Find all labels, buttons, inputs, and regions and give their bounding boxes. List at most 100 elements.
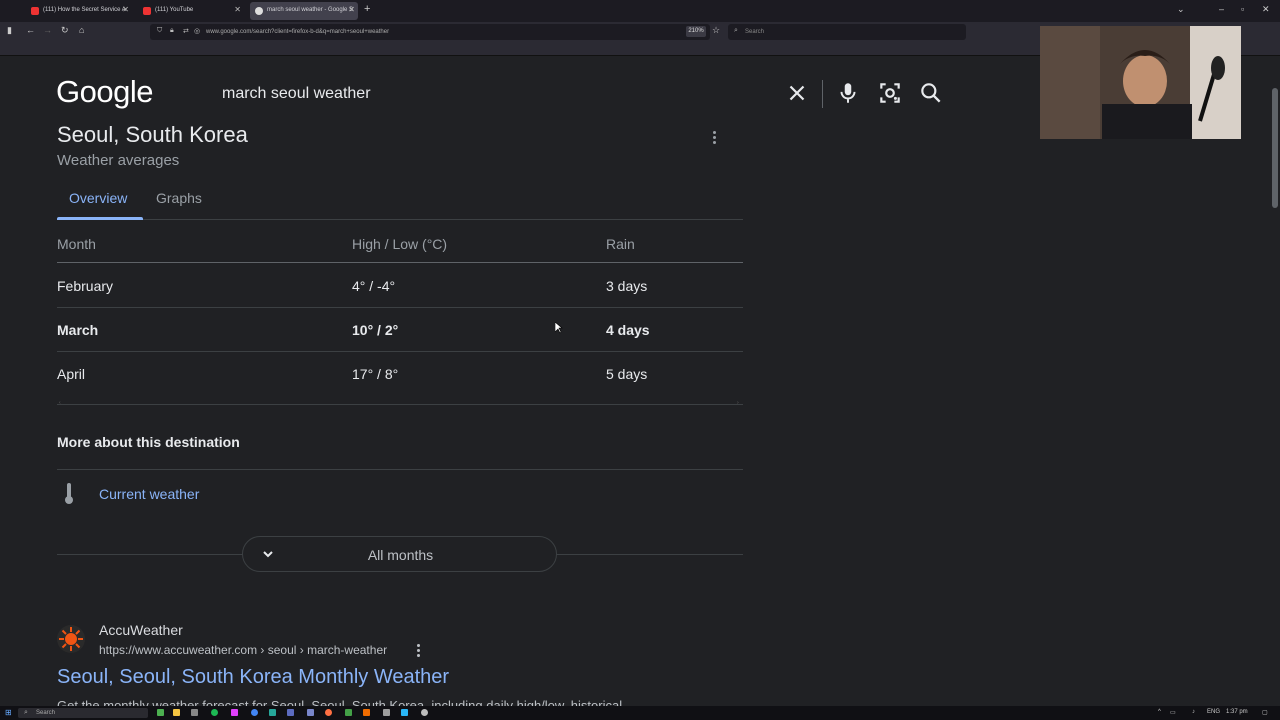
close-tab-icon[interactable]: ✕	[234, 5, 241, 14]
url-text: www.google.com/search?client=firefox-b-d…	[206, 29, 390, 35]
result-site-name[interactable]: AccuWeather	[99, 622, 183, 638]
clock[interactable]: 1:37 pm	[1226, 709, 1248, 715]
taskbar-app-icon[interactable]	[401, 709, 408, 716]
youtube-icon	[31, 7, 39, 15]
weather-tabs: Overview Graphs	[57, 186, 743, 220]
folder-icon[interactable]	[173, 709, 180, 716]
scrollbar-thumb[interactable]	[1272, 88, 1278, 208]
cell-month: March	[57, 322, 99, 338]
scroll-right-icon[interactable]: ›	[737, 400, 739, 406]
bookmark-star-icon[interactable]: ☆	[712, 25, 720, 36]
taskbar-app-icon[interactable]	[231, 709, 238, 716]
sidebar-toggle-icon[interactable]: ▮	[7, 25, 12, 36]
close-icon[interactable]	[784, 80, 810, 106]
cell-temp: 10° / 2°	[352, 322, 399, 338]
taskbar-app-icon[interactable]	[363, 709, 370, 716]
language-indicator[interactable]: ENG	[1207, 709, 1220, 715]
close-tab-icon[interactable]: ✕	[348, 5, 355, 14]
thermometer-icon	[65, 483, 73, 504]
search-icon: ⌕	[24, 709, 28, 716]
search-icon: ⌕	[734, 27, 738, 34]
tray-expand-icon[interactable]: ^	[1158, 709, 1161, 715]
section-divider	[57, 469, 743, 470]
address-bar[interactable]: ⛉ 🔒︎ ⇄ ◎ www.google.com/search?client=fi…	[150, 24, 710, 40]
cell-temp: 4° / -4°	[352, 278, 396, 294]
tab-title: (111) YouTube	[155, 7, 194, 13]
browser-tab[interactable]: (111) YouTube ✕	[138, 2, 244, 20]
header-divider	[57, 262, 743, 263]
maximize-button[interactable]: ▫	[1241, 4, 1244, 14]
volume-icon[interactable]: ♪	[1192, 709, 1195, 715]
minimize-button[interactable]: –	[1219, 4, 1224, 14]
more-options-icon[interactable]	[711, 130, 717, 146]
taskbar-app-icon[interactable]	[383, 709, 390, 716]
cell-temp: 17° / 8°	[352, 366, 399, 382]
google-logo[interactable]: Google	[56, 74, 153, 110]
browser-search-box[interactable]: ⌕ Search	[728, 24, 966, 40]
accuweather-logo-icon	[57, 625, 85, 653]
back-button[interactable]: ←	[26, 25, 35, 35]
spotify-icon[interactable]	[211, 709, 218, 716]
permissions-icon[interactable]: ⇄	[183, 27, 189, 35]
tab-overview[interactable]: Overview	[69, 190, 127, 206]
zoom-level[interactable]: 210%	[686, 26, 706, 37]
close-window-button[interactable]: ✕	[1262, 4, 1270, 15]
all-months-label: All months	[367, 547, 434, 563]
cell-month: February	[57, 278, 114, 294]
tab-list-icon[interactable]: ⌄	[1177, 4, 1185, 15]
lens-icon[interactable]	[877, 80, 903, 106]
result-options-icon[interactable]	[415, 644, 421, 658]
site-info-icon[interactable]: ◎	[194, 27, 200, 35]
shield-icon[interactable]: ⛉	[157, 27, 162, 35]
result-title-link[interactable]: Seoul, Seoul, South Korea Monthly Weathe…	[57, 666, 449, 689]
scroll-left-icon[interactable]: ‹	[59, 400, 61, 406]
row-divider	[57, 307, 743, 308]
header-divider	[822, 80, 823, 108]
start-menu-icon[interactable]: ⊞	[5, 708, 12, 717]
weather-card-subtitle: Weather averages	[57, 152, 180, 169]
cell-rain: 4 days	[606, 322, 650, 338]
lock-icon[interactable]: 🔒︎	[170, 27, 174, 35]
reload-button[interactable]: ↻	[61, 25, 69, 36]
taskbar-app-icon[interactable]	[157, 709, 164, 716]
cell-month: April	[57, 366, 86, 382]
column-header-temp: High / Low (°C)	[352, 236, 448, 252]
taskbar-search[interactable]: ⌕ Search	[18, 708, 148, 718]
tab-title: (111) How the Secret Service A	[43, 7, 126, 13]
firefox-icon[interactable]	[325, 709, 332, 716]
search-placeholder: Search	[745, 29, 765, 35]
tab-graphs[interactable]: Graphs	[156, 190, 202, 206]
taskbar-app-icon[interactable]	[191, 709, 198, 716]
network-icon[interactable]: ▭	[1170, 709, 1176, 716]
search-icon[interactable]	[918, 80, 944, 106]
current-weather-link[interactable]: Current weather	[99, 486, 199, 502]
taskbar-app-icon[interactable]	[269, 709, 276, 716]
tab-title: march seoul weather - Google S	[267, 7, 354, 13]
home-button[interactable]: ⌂	[79, 25, 84, 35]
new-tab-button[interactable]: +	[364, 3, 370, 15]
close-tab-icon[interactable]: ✕	[122, 5, 129, 14]
taskbar-app-icon[interactable]	[287, 709, 294, 716]
all-months-button[interactable]: All months	[242, 536, 557, 572]
cell-rain: 3 days	[606, 278, 648, 294]
forward-button[interactable]: →	[43, 25, 52, 35]
browser-tab-strip: (111) How the Secret Service A ✕ (111) Y…	[0, 0, 1280, 22]
browser-tab[interactable]: (111) How the Secret Service A ✕	[26, 2, 132, 20]
browser-tab-active[interactable]: march seoul weather - Google S ✕	[250, 2, 358, 20]
search-input[interactable]: march seoul weather	[222, 85, 371, 103]
webcam-overlay	[1040, 26, 1241, 139]
taskbar-search-label: Search	[36, 710, 56, 716]
result-url[interactable]: https://www.accuweather.com › seoul › ma…	[99, 643, 387, 657]
microphone-icon[interactable]	[835, 80, 861, 106]
column-header-month: Month	[57, 236, 96, 252]
google-favicon-icon	[255, 7, 263, 15]
taskbar-app-icon[interactable]	[307, 709, 314, 716]
taskbar-app-icon[interactable]	[345, 709, 352, 716]
more-about-heading: More about this destination	[57, 434, 240, 450]
page-scrollbar[interactable]	[1270, 56, 1280, 708]
taskbar-app-icon[interactable]	[421, 709, 428, 716]
chrome-icon[interactable]	[251, 709, 258, 716]
cell-rain: 5 days	[606, 366, 648, 382]
notifications-icon[interactable]: ▢	[1262, 709, 1268, 716]
column-header-rain: Rain	[606, 236, 635, 252]
